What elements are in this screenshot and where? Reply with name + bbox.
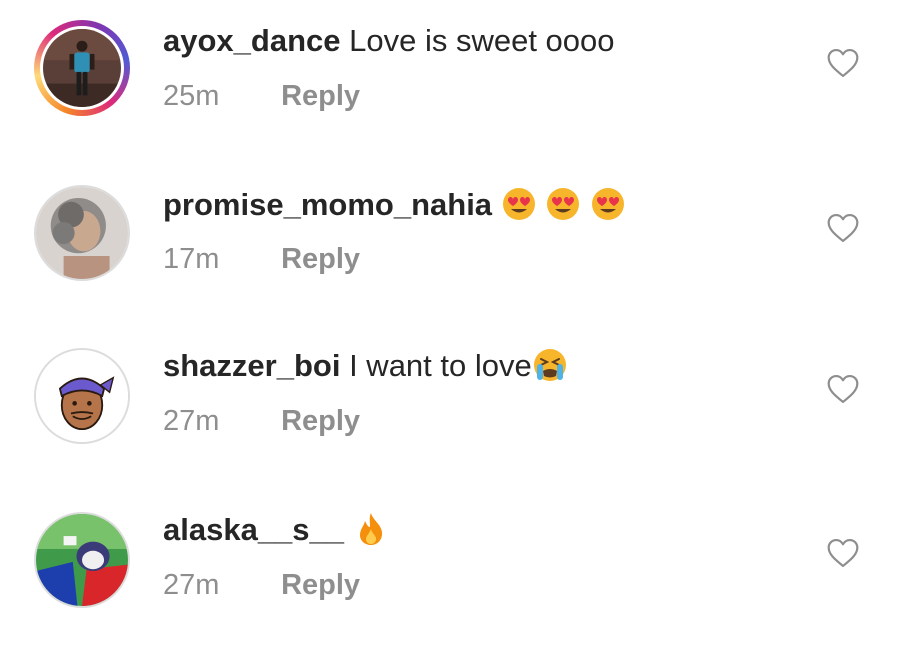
comment-line: shazzer_boi I want to love xyxy=(163,346,568,386)
fire-emoji xyxy=(359,512,382,545)
avatar[interactable] xyxy=(34,348,130,444)
comment-meta: 17m Reply xyxy=(163,241,360,277)
comment-time: 25m xyxy=(163,80,220,112)
reply-button[interactable]: Reply xyxy=(281,80,360,112)
avatar[interactable] xyxy=(34,20,130,116)
comment-meta: 27m Reply xyxy=(163,567,360,603)
heart-outline-icon[interactable] xyxy=(826,48,860,78)
avatar-image xyxy=(40,26,124,110)
avatar[interactable] xyxy=(34,185,130,281)
avatar[interactable] xyxy=(34,512,130,608)
comment-text: Love is sweet oooo xyxy=(349,23,615,58)
comment-time: 27m xyxy=(163,405,220,437)
avatar-image xyxy=(36,187,128,279)
crying-loudly-emoji xyxy=(533,348,566,381)
heart-outline-icon[interactable] xyxy=(826,374,860,404)
heart-eyes-emoji xyxy=(591,187,624,220)
comment-time: 17m xyxy=(163,243,220,275)
comment-meta: 25m Reply xyxy=(163,78,360,114)
heart-eyes-emoji xyxy=(547,187,580,220)
reply-button[interactable]: Reply xyxy=(281,569,360,601)
heart-outline-icon[interactable] xyxy=(826,213,860,243)
reply-button[interactable]: Reply xyxy=(281,243,360,275)
comment-meta: 27m Reply xyxy=(163,403,360,439)
comment-text: I want to love xyxy=(349,348,532,383)
comment-username[interactable]: shazzer_boi xyxy=(163,348,340,383)
comment-line: alaska__s__ xyxy=(163,510,389,550)
comment-item: alaska__s__ 27m Reply xyxy=(0,490,923,620)
comment-item: shazzer_boi I want to love 27m Reply xyxy=(0,326,923,456)
heart-eyes-emoji xyxy=(502,187,535,220)
avatar-image xyxy=(36,350,128,442)
comment-username[interactable]: ayox_dance xyxy=(163,23,341,58)
comment-time: 27m xyxy=(163,569,220,601)
comment-item: ayox_dance Love is sweet oooo 25m Reply xyxy=(0,0,923,130)
reply-button[interactable]: Reply xyxy=(281,405,360,437)
avatar-image xyxy=(36,514,128,606)
comment-username[interactable]: promise_momo_nahia xyxy=(163,187,492,222)
comment-line: promise_momo_nahia xyxy=(163,185,626,225)
heart-outline-icon[interactable] xyxy=(826,538,860,568)
comment-username[interactable]: alaska__s__ xyxy=(163,512,344,547)
comment-item: promise_momo_nahia 17m Reply xyxy=(0,163,923,293)
comment-line: ayox_dance Love is sweet oooo xyxy=(163,21,615,61)
